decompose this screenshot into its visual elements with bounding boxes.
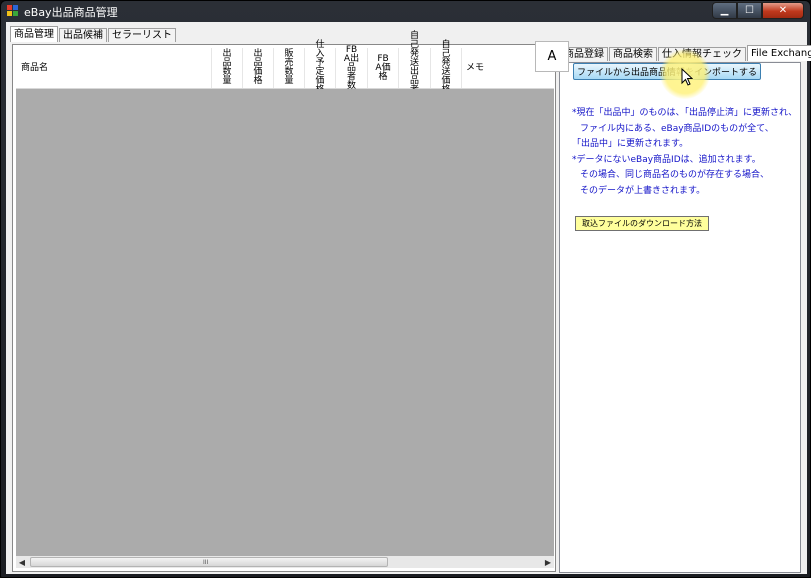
column-label: FBA出品者数 [343, 44, 360, 91]
main-tabstrip: 商品管理 出品候補 セラーリスト [10, 26, 177, 42]
column-header-self-ship-seller-count[interactable]: 自己発送出品者数 [399, 32, 431, 104]
info-line: *データにないeBay商品IDは、追加されます。 [572, 154, 761, 165]
product-grid-panel: 商品名 出品数量 出品価格 販売数量 仕入予定価格 FBA出品者数 FBA価格 … [12, 32, 556, 572]
scroll-right-arrow-icon[interactable]: ▶ [542, 556, 554, 568]
right-tabstrip: 商品登録 商品検索 仕入情報チェック File Exchange [560, 45, 811, 61]
column-header-planned-purchase-price[interactable]: 仕入予定価格 [305, 41, 336, 95]
app-icon [7, 5, 19, 17]
column-label: メモ [466, 62, 485, 73]
tab-file-exchange[interactable]: File Exchange [747, 45, 811, 61]
title-bar[interactable]: eBay出品商品管理 ▁ ☐ ✕ [1, 1, 810, 21]
info-line: その場合、同じ商品名のものが存在する場合、 [580, 170, 770, 180]
info-line: ファイル内にある、eBay商品IDのものが全て、 [580, 123, 774, 134]
close-button[interactable]: ✕ [762, 2, 804, 19]
grid-body[interactable] [16, 89, 554, 556]
import-from-file-button[interactable]: ファイルから出品商品情報をインポートする [573, 63, 761, 80]
tab-listing-candidates[interactable]: 出品候補 [59, 28, 107, 42]
horizontal-scrollbar[interactable]: ◀ III ▶ [16, 556, 554, 568]
tab-purchase-info-check[interactable]: 仕入情報チェック [658, 47, 746, 61]
column-label: 商品名 [21, 62, 49, 73]
minimize-button[interactable]: ▁ [712, 2, 737, 19]
column-header-sales-qty[interactable]: 販売数量 [274, 48, 305, 88]
client-area: 商品管理 出品候補 セラーリスト 商品名 出品数量 出品価格 販売数量 仕入予定… [6, 22, 811, 574]
column-header-fba-seller-count[interactable]: FBA出品者数 [336, 44, 368, 91]
column-header-listing-price[interactable]: 出品価格 [243, 48, 274, 88]
tab-seller-list[interactable]: セラーリスト [108, 28, 176, 42]
tab-product-management[interactable]: 商品管理 [10, 26, 58, 42]
column-label: 出品価格 [253, 49, 263, 86]
close-icon: ✕ [778, 5, 788, 16]
minimize-icon: ▁ [720, 5, 729, 16]
column-label: 出品数量 [222, 49, 232, 86]
tooltip: A [535, 41, 569, 72]
scroll-grip: III [203, 559, 209, 566]
tab-product-search[interactable]: 商品検索 [609, 47, 657, 61]
info-line: そのデータが上書きされます。 [580, 185, 706, 196]
column-header-listing-qty[interactable]: 出品数量 [212, 48, 243, 88]
info-line: *現在「出品中」のものは、「出品停止済」に更新され、 [572, 108, 798, 118]
column-label: 販売数量 [284, 49, 294, 86]
scroll-left-arrow-icon[interactable]: ◀ [16, 556, 28, 568]
column-header-product-name[interactable]: 商品名 [16, 48, 212, 88]
maximize-icon: ☐ [745, 5, 754, 16]
column-header-fba-price[interactable]: FBA価格 [368, 48, 399, 88]
download-instructions-button[interactable]: 取込ファイルのダウンロード方法 [575, 216, 709, 231]
column-header-self-ship-price[interactable]: 自己発送価格 [431, 41, 462, 95]
column-label: FBA価格 [375, 53, 391, 82]
grid-header: 商品名 出品数量 出品価格 販売数量 仕入予定価格 FBA出品者数 FBA価格 … [16, 32, 554, 104]
maximize-button[interactable]: ☐ [737, 2, 762, 19]
column-label: 仕入予定価格 [315, 40, 325, 95]
info-line: 「出品中」に更新されます。 [572, 139, 689, 149]
column-label: 自己発送価格 [441, 40, 451, 95]
scroll-thumb[interactable]: III [30, 557, 388, 567]
app-window: eBay出品商品管理 ▁ ☐ ✕ 商品管理 出品候補 セラーリスト 商品名 出品… [0, 0, 811, 578]
window-title: eBay出品商品管理 [24, 6, 118, 19]
mouse-cursor-icon [681, 68, 693, 86]
import-info-text: *現在「出品中」のものは、「出品停止済」に更新され、 ファイル内にある、eBay… [572, 106, 802, 199]
